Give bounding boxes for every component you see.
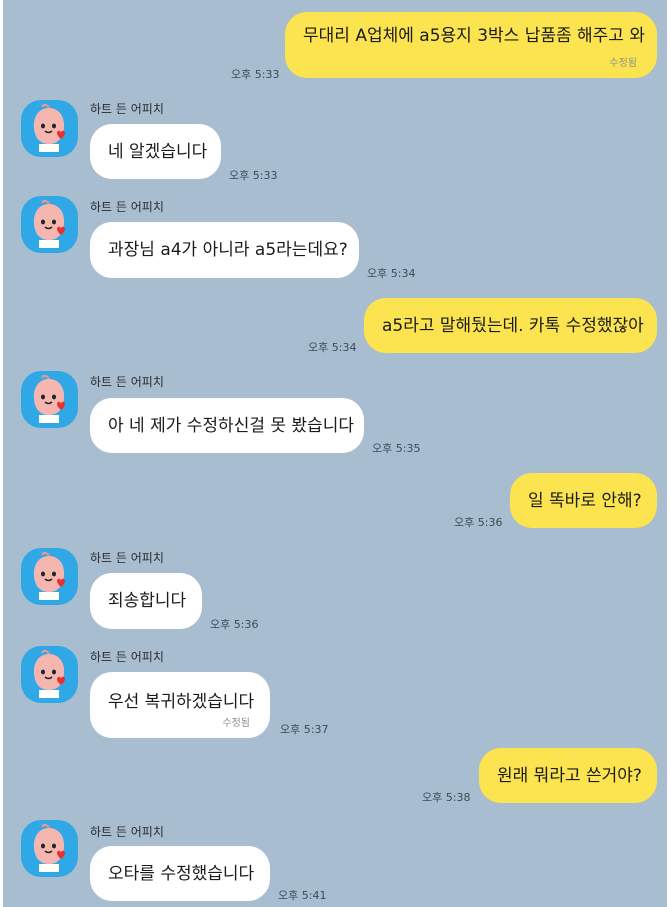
message-text: 네 알겠습니다	[108, 141, 208, 162]
message-time: 오후 5:35	[372, 442, 421, 455]
message-text: 아 네 제가 수정하신걸 못 봤습니다	[108, 415, 354, 436]
message-time: 오후 5:41	[278, 889, 327, 902]
message-time: 오후 5:37	[280, 723, 329, 736]
sender-name: 하트 든 어피치	[90, 375, 164, 389]
message-time: 오후 5:33	[231, 68, 280, 81]
message-text: 우선 복귀하겠습니다	[108, 692, 255, 712]
message-text: 무대리 A업체에 a5용지 3박스 납품좀 해주고 와	[303, 26, 645, 46]
my-message-bubble[interactable]: a5라고 말해뒀는데. 카톡 수정했잖아	[364, 298, 657, 353]
apeach-heart-icon	[33, 823, 65, 872]
sender-name: 하트 든 어피치	[90, 825, 164, 839]
message-text: 오타를 수정했습니다	[108, 863, 255, 884]
their-message-bubble[interactable]: 죄송합니다	[90, 573, 202, 629]
my-message-bubble[interactable]: 일 똑바로 안해?	[510, 473, 657, 528]
sender-name: 하트 든 어피치	[90, 102, 164, 116]
message-text: a5라고 말해뒀는데. 카톡 수정했잖아	[382, 315, 644, 336]
message-text: 과장님 a4가 아니라 a5라는데요?	[108, 239, 348, 260]
chat-room[interactable]: 무대리 A업체에 a5용지 3박스 납품좀 해주고 와 수정됨 오후 5:33 …	[0, 0, 670, 907]
sender-avatar[interactable]	[21, 100, 78, 157]
message-text: 일 똑바로 안해?	[528, 490, 642, 511]
apeach-heart-icon	[33, 199, 65, 248]
their-message-bubble[interactable]: 과장님 a4가 아니라 a5라는데요?	[90, 222, 359, 278]
sender-avatar[interactable]	[21, 820, 78, 877]
apeach-heart-icon	[33, 374, 65, 423]
sender-avatar[interactable]	[21, 371, 78, 428]
apeach-heart-icon	[33, 103, 65, 152]
their-message-bubble[interactable]: 네 알겠습니다	[90, 124, 221, 179]
their-message-bubble[interactable]: 오타를 수정했습니다	[90, 846, 270, 901]
my-message-bubble[interactable]: 원래 뭐라고 쓴거야?	[479, 748, 657, 803]
edited-label: 수정됨	[609, 58, 637, 69]
edited-label: 수정됨	[222, 718, 250, 729]
their-message-bubble[interactable]: 아 네 제가 수정하신걸 못 봤습니다	[90, 398, 364, 453]
sender-name: 하트 든 어피치	[90, 650, 164, 664]
message-time: 오후 5:33	[229, 169, 278, 182]
sender-name: 하트 든 어피치	[90, 200, 164, 214]
message-time: 오후 5:34	[308, 341, 357, 354]
their-message-bubble[interactable]: 우선 복귀하겠습니다 수정됨	[90, 672, 270, 738]
sender-name: 하트 든 어피치	[90, 551, 164, 565]
sender-avatar[interactable]	[21, 196, 78, 253]
message-time: 오후 5:34	[367, 267, 416, 280]
my-message-bubble[interactable]: 무대리 A업체에 a5용지 3박스 납품좀 해주고 와 수정됨	[285, 12, 657, 78]
message-time: 오후 5:36	[454, 516, 503, 529]
sender-avatar[interactable]	[21, 548, 78, 605]
message-text: 죄송합니다	[108, 590, 187, 611]
apeach-heart-icon	[33, 649, 65, 698]
sender-avatar[interactable]	[21, 646, 78, 703]
message-time: 오후 5:38	[422, 791, 471, 804]
message-time: 오후 5:36	[210, 618, 259, 631]
message-text: 원래 뭐라고 쓴거야?	[497, 765, 642, 786]
apeach-heart-icon	[33, 551, 65, 600]
